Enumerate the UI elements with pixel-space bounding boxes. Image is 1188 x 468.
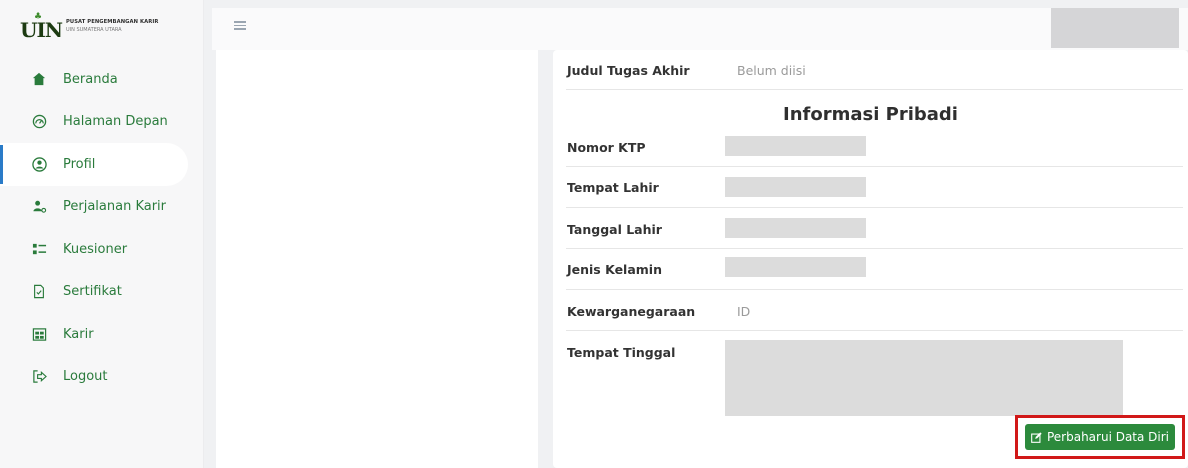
sidebar-item-label: Perjalanan Karir <box>63 199 167 215</box>
menu-toggle-icon[interactable] <box>234 21 246 31</box>
tempat-tinggal-value-redacted <box>725 340 1123 416</box>
sidebar-item-label: Kuesioner <box>63 241 128 257</box>
sidebar-item-kuesioner[interactable]: Kuesioner <box>0 228 188 271</box>
sidebar-item-label: Beranda <box>63 71 118 87</box>
logout-icon <box>31 369 47 385</box>
sidebar-item-karir[interactable]: Karir <box>0 313 188 356</box>
logo-subtitle: UIN SUMATERA UTARA <box>66 27 122 33</box>
sidebar-item-logout[interactable]: Logout <box>0 356 188 399</box>
sidebar-item-profil[interactable]: Profil <box>0 143 188 186</box>
row-jenis-kelamin: Jenis Kelamin <box>566 249 1183 290</box>
tempat-lahir-value-redacted <box>725 177 866 197</box>
app-logo[interactable]: ♣ UIN PUSAT PENGEMBANGAN KARIR UIN SUMAT… <box>20 10 180 42</box>
jenis-kelamin-value-redacted <box>725 257 866 277</box>
sidebar-item-sertifikat[interactable]: Sertifikat <box>0 271 188 314</box>
judul-tugas-akhir-label: Judul Tugas Akhir <box>567 63 690 78</box>
list-icon <box>31 241 47 257</box>
row-nomor-ktp: Nomor KTP <box>566 130 1183 167</box>
section-title-informasi-pribadi: Informasi Pribadi <box>783 104 958 125</box>
sidebar-item-beranda[interactable]: Beranda <box>0 58 188 101</box>
sidebar-item-perjalanan-karir[interactable]: Perjalanan Karir <box>0 186 188 229</box>
sidebar-item-label: Sertifikat <box>63 284 122 300</box>
briefcase-calendar-icon <box>31 326 47 342</box>
row-tanggal-lahir: Tanggal Lahir <box>566 208 1183 249</box>
sidebar-nav: Beranda Halaman Depan Profil Perjalanan … <box>0 58 188 398</box>
tanggal-lahir-label: Tanggal Lahir <box>567 222 662 237</box>
sidebar-item-label: Logout <box>63 369 108 385</box>
row-tempat-lahir: Tempat Lahir <box>566 167 1183 208</box>
update-button-highlight: Perbaharui Data Diri <box>1015 415 1185 459</box>
row-judul-tugas-akhir: Judul Tugas Akhir Belum diisi <box>566 50 1183 90</box>
user-career-icon <box>31 199 47 215</box>
user-circle-icon <box>31 156 47 172</box>
home-icon <box>31 71 47 87</box>
update-profile-button[interactable]: Perbaharui Data Diri <box>1025 424 1175 450</box>
profile-detail-card: Judul Tugas Akhir Belum diisi Informasi … <box>553 50 1188 468</box>
sidebar-item-label: Halaman Depan <box>63 114 168 130</box>
nomor-ktp-value-redacted <box>725 136 866 156</box>
logo-title: PUSAT PENGEMBANGAN KARIR <box>66 19 159 25</box>
jenis-kelamin-label: Jenis Kelamin <box>567 262 662 277</box>
kewarganegaraan-label: Kewarganegaraan <box>567 304 696 319</box>
sidebar-item-halaman-depan[interactable]: Halaman Depan <box>0 101 188 144</box>
tempat-lahir-label: Tempat Lahir <box>567 180 659 195</box>
update-profile-button-label: Perbaharui Data Diri <box>1046 430 1170 444</box>
edit-icon <box>1031 431 1042 443</box>
tempat-tinggal-label: Tempat Tinggal <box>567 345 676 360</box>
top-bar <box>212 8 1188 50</box>
kewarganegaraan-value: ID <box>737 304 751 319</box>
sidebar-item-label: Profil <box>63 156 96 172</box>
uin-logo-icon: ♣ UIN <box>20 12 63 42</box>
judul-tugas-akhir-value: Belum diisi <box>737 63 806 78</box>
dashboard-gauge-icon <box>31 114 47 130</box>
sidebar: ♣ UIN PUSAT PENGEMBANGAN KARIR UIN SUMAT… <box>0 0 204 468</box>
nomor-ktp-label: Nomor KTP <box>567 140 646 155</box>
sidebar-item-label: Karir <box>63 326 94 342</box>
tanggal-lahir-value-redacted <box>725 218 866 238</box>
row-kewarganegaraan: Kewarganegaraan ID <box>566 290 1183 331</box>
profile-summary-panel <box>216 50 538 468</box>
user-profile-redacted[interactable] <box>1051 8 1179 48</box>
certificate-file-icon <box>31 284 47 300</box>
